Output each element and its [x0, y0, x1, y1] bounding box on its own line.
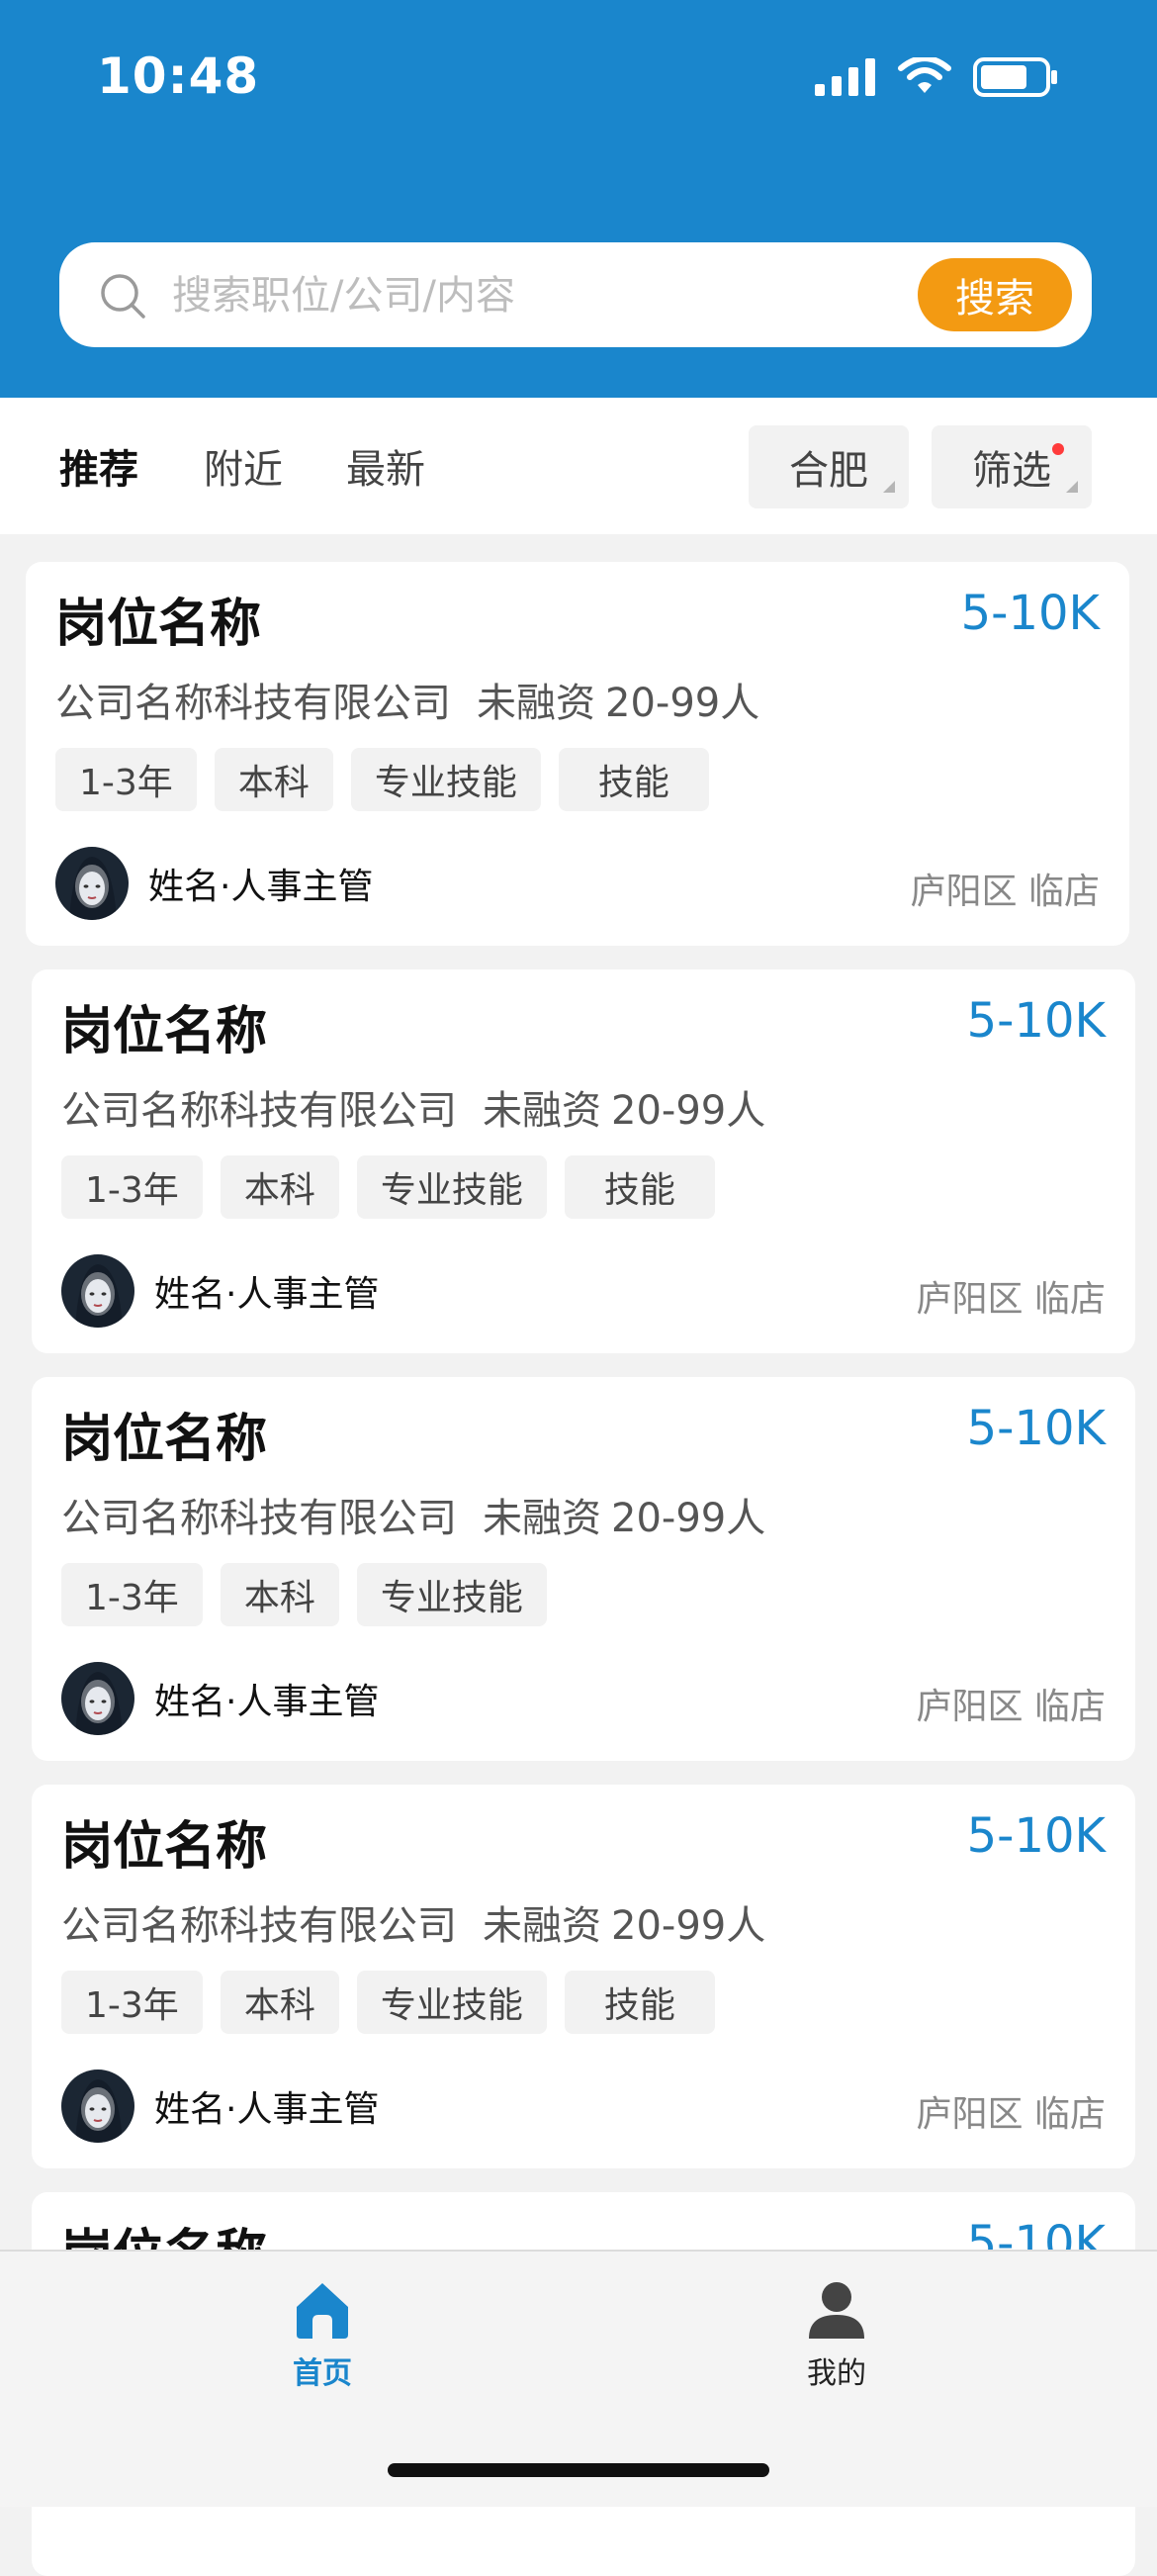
notification-dot [1052, 443, 1064, 455]
job-tag: 本科 [214, 748, 333, 811]
status-time: 10:48 [97, 47, 260, 105]
company-info: 公司名称科技有限公司 未融资 20-99人 [61, 1078, 791, 1136]
battery-icon [973, 57, 1057, 97]
dropdown-corner-icon [883, 481, 895, 493]
avatar [55, 847, 129, 920]
company-size: 20-99人 [611, 1088, 766, 1134]
company-size: 20-99人 [611, 1903, 766, 1949]
company-funding: 未融资 [483, 1903, 601, 1949]
company-name: 公司名称科技有限公司 [55, 681, 451, 726]
job-tag: 本科 [220, 1563, 339, 1626]
recruiter-name: 姓名·人事主管 [154, 2089, 380, 2130]
job-tag: 专业技能 [350, 748, 541, 811]
company-info: 公司名称科技有限公司 未融资 20-99人 [61, 1893, 791, 1951]
job-tag: 本科 [220, 1971, 339, 2034]
company-name: 公司名称科技有限公司 [61, 1496, 457, 1541]
filter-label: 筛选 [972, 448, 1051, 494]
job-location: 庐阳区 临店 [916, 1687, 1106, 1727]
search-input[interactable] [170, 260, 945, 331]
city-filter-label: 合肥 [789, 448, 868, 494]
company-name: 公司名称科技有限公司 [61, 1088, 457, 1134]
wifi-icon [898, 57, 951, 93]
job-salary: 5-10K [960, 586, 1100, 641]
job-salary: 5-10K [966, 993, 1106, 1049]
recruiter-info: 姓名·人事主管 [55, 847, 373, 920]
recruiter-info: 姓名·人事主管 [61, 2070, 379, 2143]
home-icon [297, 2283, 348, 2339]
header: 10:48 搜索 [0, 0, 1157, 398]
nav-mine-label: 我的 [807, 2356, 866, 2391]
job-tag: 1-3年 [55, 748, 197, 811]
company-info: 公司名称科技有限公司 未融资 20-99人 [61, 1486, 791, 1543]
avatar [61, 2070, 134, 2143]
job-tag: 专业技能 [356, 1563, 547, 1626]
dropdown-corner-icon [1066, 481, 1078, 493]
job-title: 岗位名称 [55, 595, 262, 654]
job-tag: 专业技能 [356, 1155, 547, 1219]
job-card[interactable]: 岗位名称 5-10K 公司名称科技有限公司 未融资 20-99人 1-3年 本科 专… [32, 969, 1135, 1353]
recruiter-name: 姓名·人事主管 [154, 1682, 380, 1722]
job-location: 庐阳区 临店 [910, 872, 1100, 912]
filter-button[interactable]: 筛选 [932, 425, 1092, 508]
recruiter-name: 姓名·人事主管 [148, 867, 374, 907]
job-card[interactable]: 岗位名称 5-10K 公司名称科技有限公司 未融资 20-99人 1-3年 本科 专… [32, 1377, 1135, 1761]
avatar [61, 1254, 134, 1328]
signal-icon [815, 58, 875, 96]
person-icon [809, 2282, 864, 2339]
status-icons [815, 57, 1058, 97]
job-tags: 1-3年 本科 专业技能 技能 [61, 1155, 715, 1219]
recruiter-info: 姓名·人事主管 [61, 1662, 379, 1735]
tab-recommend[interactable]: 推荐 [59, 437, 138, 495]
job-tag: 本科 [220, 1155, 339, 1219]
avatar [61, 1662, 134, 1735]
job-tag: 1-3年 [61, 1971, 203, 2034]
search-icon [101, 274, 145, 319]
nav-home-label: 首页 [293, 2356, 352, 2391]
job-card[interactable]: 岗位名称 5-10K 公司名称科技有限公司 未融资 20-99人 1-3年 本科 专… [32, 1785, 1135, 2168]
job-tag: 技能 [558, 748, 709, 811]
company-funding: 未融资 [477, 681, 595, 726]
job-tag: 技能 [564, 1971, 715, 2034]
city-filter-button[interactable]: 合肥 [749, 425, 909, 508]
home-indicator [388, 2463, 769, 2477]
job-tags: 1-3年 本科 专业技能 技能 [61, 1971, 715, 2034]
job-tags: 1-3年 本科 专业技能 技能 [55, 748, 709, 811]
job-location: 庐阳区 临店 [916, 1279, 1106, 1320]
job-salary: 5-10K [966, 1808, 1106, 1864]
job-card[interactable]: 岗位名称 5-10K 公司名称科技有限公司 未融资 20-99人 1-3年 本科 专… [26, 562, 1129, 946]
recruiter-info: 姓名·人事主管 [61, 1254, 379, 1328]
company-name: 公司名称科技有限公司 [61, 1903, 457, 1949]
job-tag: 1-3年 [61, 1155, 203, 1219]
company-info: 公司名称科技有限公司 未融资 20-99人 [55, 671, 785, 728]
search-bar[interactable]: 搜索 [59, 242, 1092, 347]
job-salary: 5-10K [966, 1401, 1106, 1456]
nav-home[interactable]: 首页 [223, 2279, 421, 2392]
tab-nearby[interactable]: 附近 [204, 437, 283, 495]
job-tag: 技能 [564, 1155, 715, 1219]
job-location: 庐阳区 临店 [916, 2094, 1106, 2135]
tab-latest[interactable]: 最新 [346, 437, 425, 495]
job-title: 岗位名称 [61, 1002, 268, 1061]
company-funding: 未融资 [483, 1496, 601, 1541]
company-funding: 未融资 [483, 1088, 601, 1134]
job-tags: 1-3年 本科 专业技能 [61, 1563, 547, 1626]
nav-mine[interactable]: 我的 [738, 2279, 935, 2392]
job-title: 岗位名称 [61, 1817, 268, 1877]
recruiter-name: 姓名·人事主管 [154, 1274, 380, 1315]
job-tag: 专业技能 [356, 1971, 547, 2034]
job-title: 岗位名称 [61, 1410, 268, 1469]
company-size: 20-99人 [611, 1496, 766, 1541]
company-size: 20-99人 [605, 681, 760, 726]
job-tag: 1-3年 [61, 1563, 203, 1626]
search-button[interactable]: 搜索 [918, 258, 1072, 331]
